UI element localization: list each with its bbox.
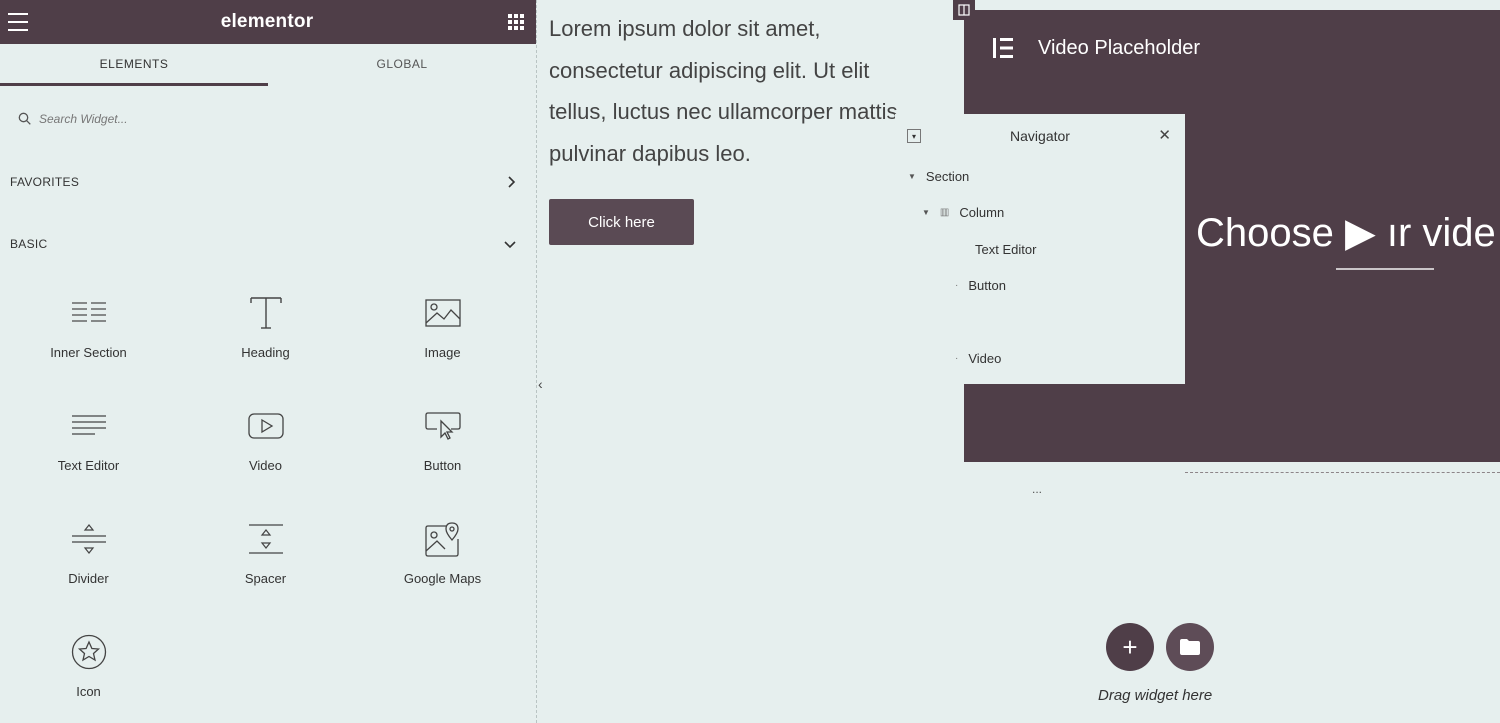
widget-label: Image (424, 345, 461, 360)
navigator-header: ▾ Navigator ✕ (895, 114, 1185, 158)
column-handle-icon[interactable] (953, 0, 975, 20)
widget-label: Divider (68, 571, 109, 586)
elementor-logo-icon (993, 38, 1013, 58)
collapse-all-icon[interactable]: ▾ (907, 129, 921, 143)
heading-icon (246, 293, 286, 333)
apps-grid-icon[interactable] (504, 10, 528, 34)
widget-divider[interactable]: Divider (0, 505, 177, 618)
hamburger-menu-icon[interactable] (6, 10, 30, 34)
widget-label: Button (423, 458, 462, 473)
navigator-item-label: Text Editor (975, 242, 1037, 257)
video-header: Video Placeholder (964, 10, 1500, 86)
widget-button[interactable]: Button (354, 392, 531, 505)
panel-collapse-icon[interactable]: ‹ (538, 376, 554, 392)
widget-image[interactable]: Image (354, 279, 531, 392)
widget-google-maps[interactable]: Google Maps (354, 505, 531, 618)
widget-heading[interactable]: Heading (177, 279, 354, 392)
caret-down-icon: ▼ (922, 208, 930, 217)
widget-icon[interactable]: Icon (0, 618, 177, 723)
video-overlay-text: Choose ▶ ır vide (1196, 211, 1496, 255)
click-here-button[interactable]: Click here (549, 199, 694, 245)
button-icon (423, 406, 463, 446)
spacer-icon (246, 519, 286, 559)
text-editor-content[interactable]: Lorem ipsum dolor sit amet, consectetur … (549, 8, 929, 174)
text-editor-icon (69, 406, 109, 446)
caret-down-icon: ▼ (908, 172, 916, 181)
basic-section[interactable]: BASIC (0, 213, 536, 275)
video-icon (246, 406, 286, 446)
video-title: Video Placeholder (1038, 36, 1200, 59)
folder-icon (1180, 639, 1200, 655)
panel-header: elementor (0, 0, 536, 44)
overlay-underline (1336, 268, 1434, 270)
panel-tabs: ELEMENTS GLOBAL (0, 44, 536, 86)
basic-label: BASIC (10, 237, 48, 251)
video-small-icon: · (955, 353, 959, 364)
navigator-item-text-editor[interactable]: Text Editor (975, 242, 1036, 257)
tab-global[interactable]: GLOBAL (268, 44, 536, 86)
navigator-item-label: Video (968, 351, 1002, 366)
navigator-item-label: Column (959, 205, 1005, 220)
widget-grid: Inner Section Heading Image Text Editor … (0, 275, 536, 723)
search-icon (18, 112, 31, 125)
chevron-down-icon (504, 241, 516, 249)
more-icon[interactable]: ... (1032, 482, 1042, 496)
search-input[interactable] (39, 111, 439, 126)
navigator-item-video[interactable]: · Video (955, 351, 1001, 366)
widget-inner-section[interactable]: Inner Section (0, 279, 177, 392)
widget-label: Inner Section (50, 345, 127, 360)
navigator-item-label: Button (968, 278, 1006, 293)
divider-icon (69, 519, 109, 559)
add-template-button[interactable] (1166, 623, 1214, 671)
google-maps-icon (423, 519, 463, 559)
favorites-label: FAVORITES (10, 175, 80, 189)
close-icon[interactable]: ✕ (1158, 126, 1171, 144)
widget-label: Google Maps (403, 571, 482, 586)
widget-label: Icon (76, 684, 101, 699)
image-icon (423, 293, 463, 333)
brand-logo: elementor (220, 11, 314, 32)
search-bar (0, 86, 536, 151)
inner-section-icon (69, 293, 109, 333)
widget-label: Heading (241, 345, 290, 360)
plus-icon: + (1122, 631, 1138, 662)
widget-video[interactable]: Video (177, 392, 354, 505)
editor-panel: elementor ELEMENTS GLOBAL FAVORITES BASI… (0, 0, 537, 723)
star-icon (69, 632, 109, 672)
navigator-item-column[interactable]: ▼ ▥ Column (922, 205, 1004, 220)
navigator-item-label: Section (925, 169, 970, 184)
widget-label: Spacer (244, 571, 287, 586)
section-boundary (1185, 472, 1500, 473)
drag-widget-text: Drag widget here (1098, 687, 1213, 704)
widget-label: Video (248, 458, 282, 473)
favorites-section[interactable]: FAVORITES (0, 151, 536, 213)
button-small-icon: · (955, 280, 959, 291)
tab-elements[interactable]: ELEMENTS (0, 44, 268, 86)
navigator-item-section[interactable]: ▼ Section (908, 169, 969, 184)
navigator-item-button[interactable]: · Button (955, 278, 1006, 293)
add-section-button[interactable]: + (1106, 623, 1154, 671)
widget-text-editor[interactable]: Text Editor (0, 392, 177, 505)
widget-label: Text Editor (57, 458, 120, 473)
widget-spacer[interactable]: Spacer (177, 505, 354, 618)
column-icon: ▥ (939, 207, 950, 218)
chevron-right-icon (508, 176, 516, 188)
navigator-title: Navigator (1010, 128, 1070, 144)
navigator-panel: ▾ Navigator ✕ ▼ Section ▼ ▥ Column Text … (895, 114, 1185, 384)
